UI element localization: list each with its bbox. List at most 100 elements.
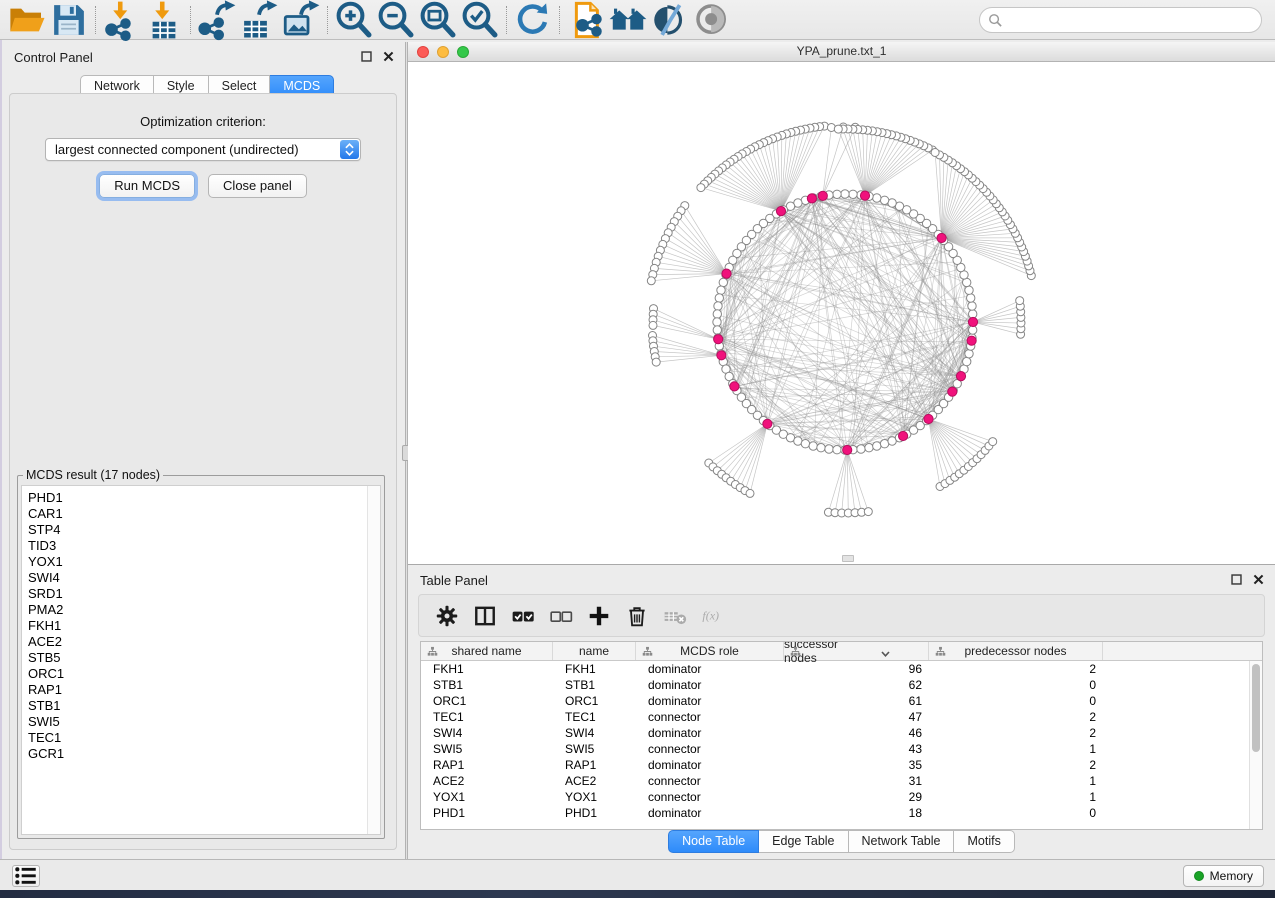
- table-cell: SWI5: [553, 741, 636, 757]
- mcds-result-item[interactable]: STB1: [22, 698, 380, 714]
- toolbar-export-image-button[interactable]: [280, 3, 322, 37]
- table-row[interactable]: YOX1YOX1connector291: [421, 789, 1249, 805]
- export-image-icon: [280, 0, 322, 41]
- column-header-successor-nodes[interactable]: successor nodes: [784, 642, 929, 660]
- mcds-result-item[interactable]: GCR1: [22, 746, 380, 762]
- toolbar-zoom-selected-button[interactable]: [459, 3, 501, 37]
- float-panel-icon[interactable]: [360, 50, 373, 63]
- table-row[interactable]: ACE2ACE2connector311: [421, 773, 1249, 789]
- toolbar-first-neighbors-button[interactable]: [607, 3, 649, 37]
- table-cell: ORC1: [421, 693, 553, 709]
- toolbar-zoom-in-button[interactable]: [333, 3, 375, 37]
- toolbar-separator: [190, 6, 191, 34]
- close-table-panel-icon[interactable]: [1252, 573, 1265, 586]
- mcds-result-item[interactable]: SRD1: [22, 586, 380, 602]
- plus-icon: [587, 604, 611, 628]
- fx-icon: f(x): [701, 608, 725, 624]
- table-plus-button[interactable]: [587, 604, 611, 628]
- toolbar-show-hide-button[interactable]: [691, 3, 733, 37]
- toolbar-refresh-button[interactable]: [512, 3, 554, 37]
- table-panel: Table Panel f(x) shared namenameMCDS rol…: [408, 564, 1275, 859]
- column-header-shared-name[interactable]: shared name: [421, 642, 553, 660]
- columns-icon: [473, 604, 497, 628]
- toolbar-export-network-button[interactable]: [196, 3, 238, 37]
- table-row[interactable]: TEC1TEC1connector472: [421, 709, 1249, 725]
- mcds-result-item[interactable]: SWI5: [22, 714, 380, 730]
- memory-button[interactable]: Memory: [1183, 865, 1264, 887]
- table-scrollbar[interactable]: [1249, 661, 1262, 829]
- search-box[interactable]: [979, 7, 1262, 33]
- mcds-result-item[interactable]: PHD1: [22, 486, 380, 506]
- tab-node-table[interactable]: Node Table: [668, 830, 759, 853]
- toolbar-open-button[interactable]: [6, 3, 48, 37]
- toolbar-doc-network-button[interactable]: [565, 3, 607, 37]
- table-check-pair-button[interactable]: [511, 604, 535, 628]
- window-close-traffic-light[interactable]: [417, 46, 429, 58]
- mcds-result-item[interactable]: ACE2: [22, 634, 380, 650]
- mcds-result-item[interactable]: STB5: [22, 650, 380, 666]
- network-canvas[interactable]: [408, 62, 1275, 564]
- close-panel-button[interactable]: Close panel: [208, 174, 307, 198]
- toolbar-zoom-out-button[interactable]: [375, 3, 417, 37]
- column-namespace-icon: [642, 646, 653, 657]
- mcds-result-item[interactable]: ORC1: [22, 666, 380, 682]
- toolbar-export-table-button[interactable]: [238, 3, 280, 37]
- mcds-result-item[interactable]: YOX1: [22, 554, 380, 570]
- list-icon: [13, 865, 39, 887]
- toolbar-import-network-button[interactable]: [101, 3, 143, 37]
- window-zoom-traffic-light[interactable]: [457, 46, 469, 58]
- toolbar-save-button[interactable]: [48, 3, 90, 37]
- network-titlebar[interactable]: YPA_prune.txt_1: [408, 42, 1275, 62]
- horizontal-splitter-handle[interactable]: [842, 555, 854, 562]
- mcds-result-item[interactable]: SWI4: [22, 570, 380, 586]
- show-panels-button[interactable]: [12, 865, 40, 887]
- table-cell: dominator: [636, 757, 784, 773]
- table-cell: 0: [929, 805, 1103, 821]
- table-cell: 2: [929, 725, 1103, 741]
- table-cell: 62: [784, 677, 929, 693]
- float-table-panel-icon[interactable]: [1230, 573, 1243, 586]
- mcds-result-item[interactable]: STP4: [22, 522, 380, 538]
- network-graph[interactable]: [408, 62, 1275, 564]
- mcds-result-item[interactable]: RAP1: [22, 682, 380, 698]
- tab-motifs[interactable]: Motifs: [954, 830, 1014, 853]
- refresh-icon: [512, 0, 554, 41]
- toolbar-zoom-fit-button[interactable]: [417, 3, 459, 37]
- table-cell: 96: [784, 661, 929, 677]
- search-input[interactable]: [1007, 13, 1261, 27]
- mcds-list-scrollbar[interactable]: [367, 486, 380, 834]
- mcds-result-item[interactable]: PMA2: [22, 602, 380, 618]
- table-row[interactable]: SWI4SWI4dominator462: [421, 725, 1249, 741]
- run-mcds-button[interactable]: Run MCDS: [99, 174, 195, 198]
- table-scrollbar-thumb[interactable]: [1252, 664, 1260, 752]
- table-cell: YOX1: [421, 789, 553, 805]
- zoom-selected-icon: [459, 0, 501, 41]
- close-panel-icon[interactable]: [382, 50, 395, 63]
- table-gear-button[interactable]: [435, 604, 459, 628]
- mcds-result-item[interactable]: TEC1: [22, 730, 380, 746]
- table-cell: 31: [784, 773, 929, 789]
- tab-edge-table[interactable]: Edge Table: [759, 830, 848, 853]
- mcds-result-item[interactable]: TID3: [22, 538, 380, 554]
- column-header-MCDS-role[interactable]: MCDS role: [636, 642, 784, 660]
- table-trash-button[interactable]: [625, 604, 649, 628]
- table-row[interactable]: PHD1PHD1dominator180: [421, 805, 1249, 821]
- column-header-name[interactable]: name: [553, 642, 636, 660]
- toolbar-import-table-button[interactable]: [143, 3, 185, 37]
- table-cell: 18: [784, 805, 929, 821]
- column-header-predecessor-nodes[interactable]: predecessor nodes: [929, 642, 1103, 660]
- tab-network-table[interactable]: Network Table: [849, 830, 955, 853]
- table-row[interactable]: STB1STB1dominator620: [421, 677, 1249, 693]
- window-minimize-traffic-light[interactable]: [437, 46, 449, 58]
- table-row[interactable]: RAP1RAP1dominator352: [421, 757, 1249, 773]
- table-uncheck-pair-button[interactable]: [549, 604, 573, 628]
- table-row[interactable]: ORC1ORC1dominator610: [421, 693, 1249, 709]
- table-row[interactable]: SWI5SWI5connector431: [421, 741, 1249, 757]
- optimization-criterion-dropdown[interactable]: largest connected component (undirected): [45, 138, 361, 161]
- mcds-result-list[interactable]: PHD1CAR1STP4TID3YOX1SWI4SRD1PMA2FKH1ACE2…: [21, 485, 381, 835]
- mcds-result-item[interactable]: FKH1: [22, 618, 380, 634]
- toolbar-visual-properties-button[interactable]: [649, 3, 691, 37]
- table-columns-button[interactable]: [473, 604, 497, 628]
- table-row[interactable]: FKH1FKH1dominator962: [421, 661, 1249, 677]
- mcds-result-item[interactable]: CAR1: [22, 506, 380, 522]
